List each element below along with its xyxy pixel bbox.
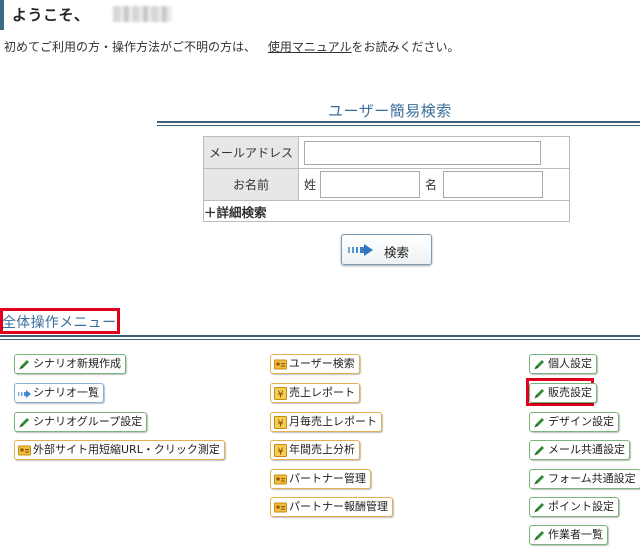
search-button[interactable]: 検索 — [341, 234, 432, 265]
intro-suffix: をお読みください。 — [351, 40, 460, 54]
search-section-title: ユーザー簡易検索 — [328, 102, 452, 120]
menu-label: 販売設定 — [548, 386, 592, 399]
pencil-icon — [534, 503, 544, 513]
yen-icon: ¥ — [274, 416, 287, 429]
svg-text:¥: ¥ — [277, 390, 283, 401]
first-name-label: 名 — [425, 178, 438, 192]
yen-icon: ¥ — [274, 387, 287, 400]
menu-user-search[interactable]: ユーザー検索 — [270, 354, 360, 374]
pencil-icon — [534, 531, 544, 541]
pencil-icon — [534, 475, 544, 485]
welcome-text: ようこそ、 — [12, 6, 90, 24]
id-card-icon — [274, 474, 287, 485]
menu-scenario-list[interactable]: シナリオ一覧 — [14, 383, 104, 403]
menu-label: 年間売上分析 — [289, 443, 355, 456]
id-card-icon — [274, 502, 287, 513]
arrow-right-icon — [348, 244, 374, 259]
menu-partner-reward[interactable]: パートナー報酬管理 — [270, 497, 393, 517]
last-name-field[interactable] — [320, 171, 420, 198]
menu-sales-report[interactable]: ¥ 売上レポート — [270, 383, 360, 403]
menu-scenario-create[interactable]: シナリオ新規作成 — [14, 354, 126, 374]
menu-short-url[interactable]: 外部サイト用短縮URL・クリック測定 — [14, 440, 225, 460]
menu-label: ユーザー検索 — [289, 357, 355, 370]
menu-label: フォーム共通設定 — [548, 472, 636, 485]
menu-label: 売上レポート — [289, 386, 355, 399]
menu-label: デザイン設定 — [548, 415, 614, 428]
menu-label: ポイント設定 — [548, 500, 614, 513]
menu-personal-settings[interactable]: 個人設定 — [529, 354, 597, 374]
id-card-icon — [274, 359, 287, 370]
pencil-icon — [19, 360, 29, 370]
menu-mail-settings[interactable]: メール共通設定 — [529, 440, 630, 460]
menu-label: パートナー報酬管理 — [289, 500, 388, 513]
search-button-label: 検索 — [384, 245, 410, 260]
menu-label: 作業者一覧 — [548, 528, 603, 541]
intro-prefix: 初めてご利用の方・操作方法がご不明の方は、 — [4, 40, 257, 54]
menu-scenario-group[interactable]: シナリオグループ設定 — [14, 412, 148, 432]
menu-partner-manage[interactable]: パートナー管理 — [270, 469, 371, 489]
menu-label: メール共通設定 — [548, 443, 625, 456]
advanced-search-toggle[interactable]: ＋詳細検索 — [203, 200, 570, 222]
menu-label: パートナー管理 — [289, 472, 366, 485]
search-form-table: メールアドレス お名前 姓 名 ＋詳細検索 — [203, 136, 570, 222]
header-accent-bar — [0, 0, 4, 30]
menu-design-settings[interactable]: デザイン設定 — [529, 412, 619, 432]
pencil-icon — [534, 389, 544, 399]
first-name-field[interactable] — [443, 171, 543, 198]
svg-text:¥: ¥ — [277, 419, 283, 430]
pencil-icon — [534, 360, 544, 370]
email-label: メールアドレス — [203, 136, 299, 169]
menu-sales-settings[interactable]: 販売設定 — [529, 383, 597, 403]
yen-icon: ¥ — [274, 444, 287, 457]
menu-label: シナリオ新規作成 — [33, 357, 121, 370]
menu-point-settings[interactable]: ポイント設定 — [529, 497, 619, 517]
menu-monthly-report[interactable]: ¥ 月毎売上レポート — [270, 412, 382, 432]
email-field[interactable] — [304, 140, 541, 165]
last-name-label: 姓 — [304, 178, 317, 192]
menu-label: 個人設定 — [548, 357, 592, 370]
menu-section-title: 全体操作メニュー — [2, 315, 117, 331]
menu-title-rule-2 — [0, 339, 640, 340]
pencil-icon — [534, 446, 544, 456]
svg-text:¥: ¥ — [277, 447, 283, 458]
menu-annual-analysis[interactable]: ¥ 年間売上分析 — [270, 440, 360, 460]
pencil-icon — [19, 418, 29, 428]
id-card-icon — [18, 445, 31, 456]
menu-form-settings[interactable]: フォーム共通設定 — [529, 469, 640, 489]
menu-label: 外部サイト用短縮URL・クリック測定 — [33, 443, 220, 456]
menu-worker-list[interactable]: 作業者一覧 — [529, 525, 608, 545]
intro-text: 初めてご利用の方・操作方法がご不明の方は、 使用マニュアルをお読みください。 — [4, 38, 460, 55]
pencil-icon — [534, 418, 544, 428]
arrow-right-icon — [18, 390, 31, 398]
manual-link[interactable]: 使用マニュアル — [268, 40, 352, 54]
menu-label: 月毎売上レポート — [289, 415, 377, 428]
blurred-username — [113, 6, 171, 22]
name-label: お名前 — [203, 168, 299, 201]
menu-label: シナリオ一覧 — [33, 386, 99, 399]
search-title-rule-2 — [157, 125, 640, 126]
menu-label: シナリオグループ設定 — [33, 415, 143, 428]
